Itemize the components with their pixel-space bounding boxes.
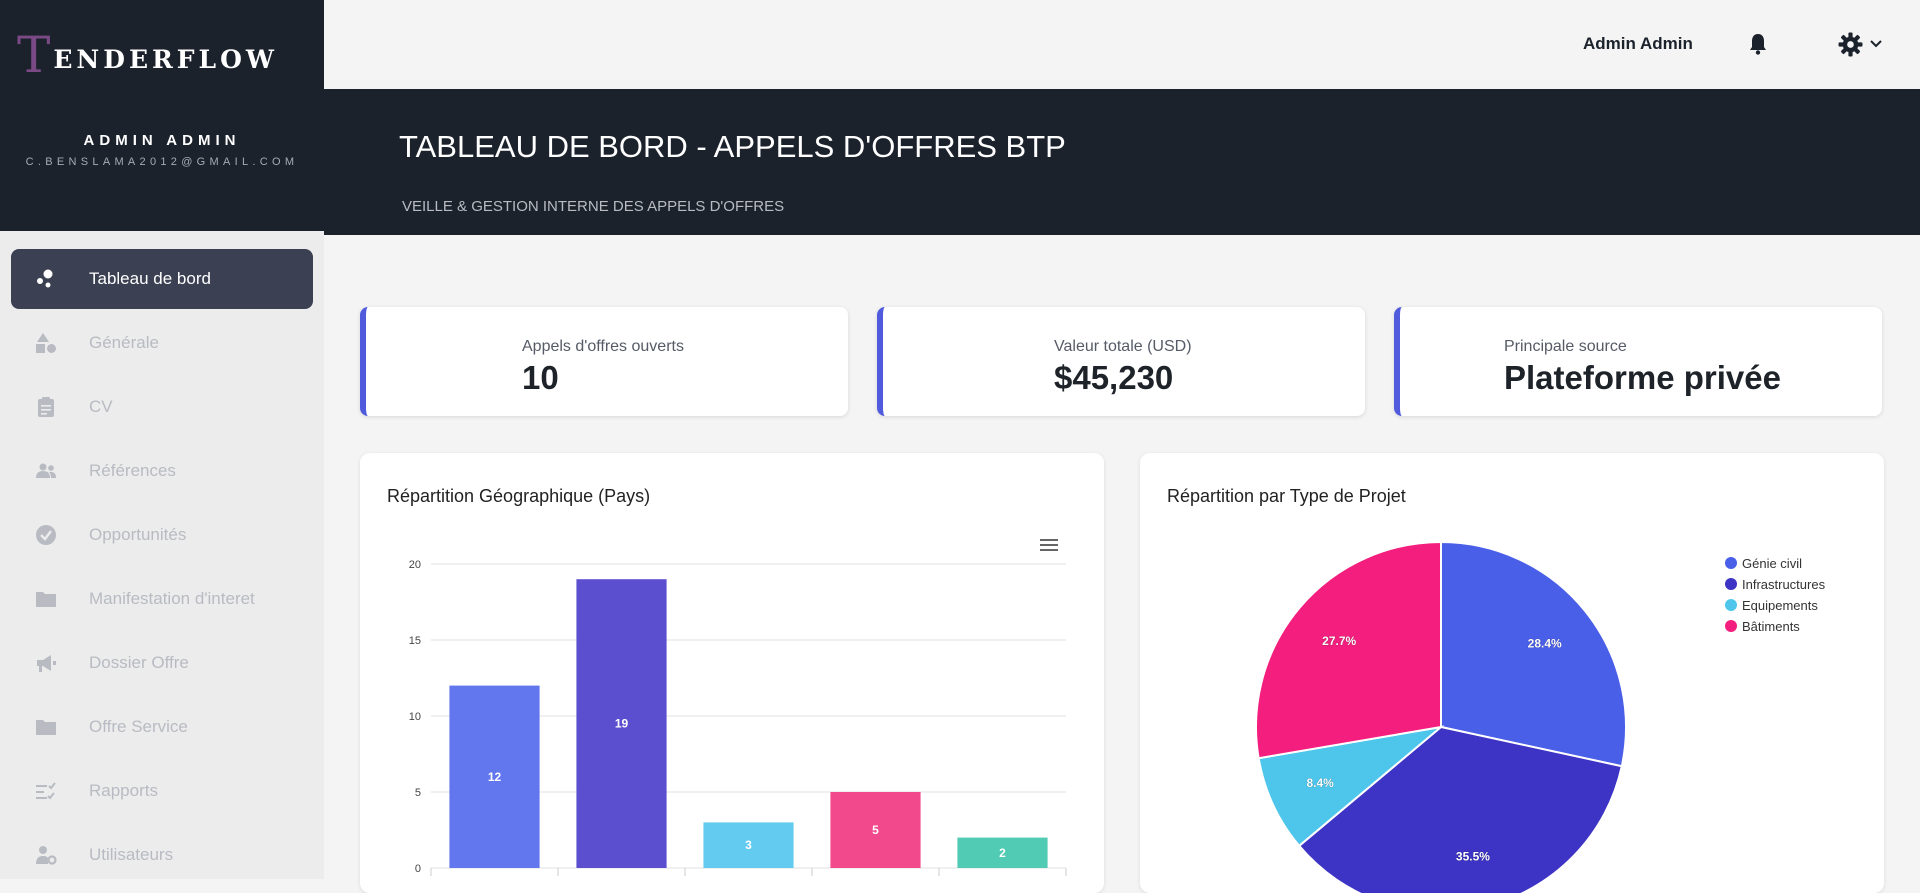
sidebar-item-tableau-de-bord[interactable]: Tableau de bord	[11, 249, 313, 309]
folder-icon	[36, 592, 56, 607]
sidebar-item-references[interactable]: Références	[11, 441, 313, 501]
bar-value-label: 19	[615, 717, 629, 731]
brand-logo-text: ENDERFLOW	[53, 45, 278, 74]
bar-chart-card: Répartition Géographique (Pays) 0 5 10 15 20…	[360, 453, 1104, 893]
chevron-down-icon	[1870, 40, 1882, 48]
bell-icon[interactable]	[1746, 32, 1770, 56]
pie-slice-label: 28.4%	[1528, 636, 1562, 650]
legend-item[interactable]: Bâtiments	[1742, 619, 1800, 634]
brand-panel: T ENDERFLOW ADMIN ADMIN C.BENSLAMA2012@G…	[0, 0, 324, 231]
stat-label: Principale source	[1504, 338, 1627, 355]
sidebar-item-label: Dossier Offre	[89, 653, 189, 672]
legend-item[interactable]: Génie civil	[1742, 556, 1802, 571]
legend-swatch	[1725, 599, 1737, 611]
sidebar-item-opportunites[interactable]: Opportunités	[11, 505, 313, 565]
brand-logo-letter: T	[17, 26, 51, 84]
check-circle-icon	[36, 525, 56, 545]
sidebar-item-rapports[interactable]: Rapports	[11, 761, 313, 821]
gear-icon	[1838, 32, 1863, 56]
stat-value: $45,230	[1054, 359, 1174, 396]
legend-swatch	[1725, 620, 1737, 632]
settings-menu[interactable]	[1838, 31, 1884, 57]
pie-slice-label: 35.5%	[1456, 849, 1490, 863]
stat-card-open-tenders: Appels d'offres ouverts 10	[360, 307, 848, 416]
sidebar-item-label: Opportunités	[89, 525, 187, 544]
pie-chart-card: Répartition par Type de Projet 28.4% 35.5…	[1140, 453, 1884, 893]
bar-value-label: 12	[488, 770, 502, 784]
pie-slice[interactable]	[1255, 540, 1442, 760]
clipboard-icon	[38, 397, 54, 417]
sidebar-user-email: C.BENSLAMA2012@GMAIL.COM	[25, 156, 299, 168]
sidebar-item-manifestation[interactable]: Manifestation d'interet	[11, 569, 313, 629]
brand-logo[interactable]: T ENDERFLOW	[17, 30, 278, 80]
sidebar-item-utilisateurs[interactable]: Utilisateurs	[11, 825, 313, 885]
page-header: TABLEAU DE BORD - APPELS D'OFFRES BTP VE…	[324, 89, 1920, 235]
bar-value-label: 2	[999, 846, 1006, 860]
bar-value-label: 5	[872, 823, 879, 837]
sidebar-item-label: Offre Service	[89, 717, 188, 736]
dashboard-icon	[37, 269, 53, 288]
checklist-icon	[36, 782, 56, 800]
legend-item[interactable]: Equipements	[1742, 598, 1818, 613]
sidebar: T ENDERFLOW ADMIN ADMIN C.BENSLAMA2012@G…	[0, 0, 324, 879]
megaphone-icon	[37, 655, 56, 672]
sidebar-item-cv[interactable]: CV	[11, 377, 313, 437]
y-tick-label: 20	[409, 559, 421, 571]
sidebar-item-offre-service[interactable]: Offre Service	[11, 697, 313, 757]
folder-icon	[36, 720, 56, 735]
legend-item[interactable]: Infrastructures	[1742, 577, 1826, 592]
stat-value: Plateforme privée	[1504, 359, 1781, 396]
sidebar-item-label: Manifestation d'interet	[89, 589, 255, 608]
y-tick-label: 10	[409, 711, 421, 723]
topbar-username[interactable]: Admin Admin	[1583, 34, 1693, 54]
page-subtitle: VEILLE & GESTION INTERNE DES APPELS D'OF…	[402, 198, 785, 215]
sidebar-item-label: Générale	[89, 333, 159, 352]
sidebar-item-label: Tableau de bord	[89, 269, 211, 288]
stat-label: Valeur totale (USD)	[1054, 338, 1192, 355]
stat-value: 10	[522, 359, 559, 396]
sidebar-item-dossier-offre[interactable]: Dossier Offre	[11, 633, 313, 693]
y-tick-label: 15	[409, 635, 421, 647]
sidebar-item-label: Références	[89, 461, 176, 480]
sidebar-item-label: CV	[89, 397, 113, 416]
sidebar-item-label: Utilisateurs	[89, 845, 174, 864]
pie-slice-label: 27.7%	[1322, 634, 1356, 648]
stat-card-main-source: Principale source Plateforme privée	[1394, 307, 1882, 416]
bar-value-label: 3	[745, 838, 752, 852]
pie-chart: 28.4% 35.5% 8.4% 27.7% Génie civil Infrastruc…	[1255, 540, 1826, 893]
y-tick-label: 0	[415, 863, 421, 875]
users-icon	[36, 463, 56, 478]
pie-slice-label: 8.4%	[1306, 776, 1334, 790]
legend-swatch	[1725, 578, 1737, 590]
user-cog-icon	[36, 846, 57, 865]
sidebar-item-generale[interactable]: Générale	[11, 313, 313, 373]
sidebar-item-label: Rapports	[89, 781, 158, 800]
bar-chart: 0 5 10 15 20 12 19 3 5 2	[409, 559, 1067, 876]
sidebar-nav: Tableau de bord Générale CV Références O…	[11, 249, 313, 889]
topbar: Admin Admin	[324, 0, 1920, 89]
y-tick-label: 5	[415, 787, 421, 799]
page-title: TABLEAU DE BORD - APPELS D'OFFRES BTP	[399, 129, 1066, 164]
legend-swatch	[1725, 557, 1737, 569]
stat-label: Appels d'offres ouverts	[522, 338, 684, 355]
stat-card-total-value: Valeur totale (USD) $45,230	[877, 307, 1365, 416]
sidebar-user-name: ADMIN ADMIN	[83, 132, 241, 149]
shapes-icon	[36, 333, 56, 353]
chart-menu-icon[interactable]	[1040, 538, 1058, 552]
